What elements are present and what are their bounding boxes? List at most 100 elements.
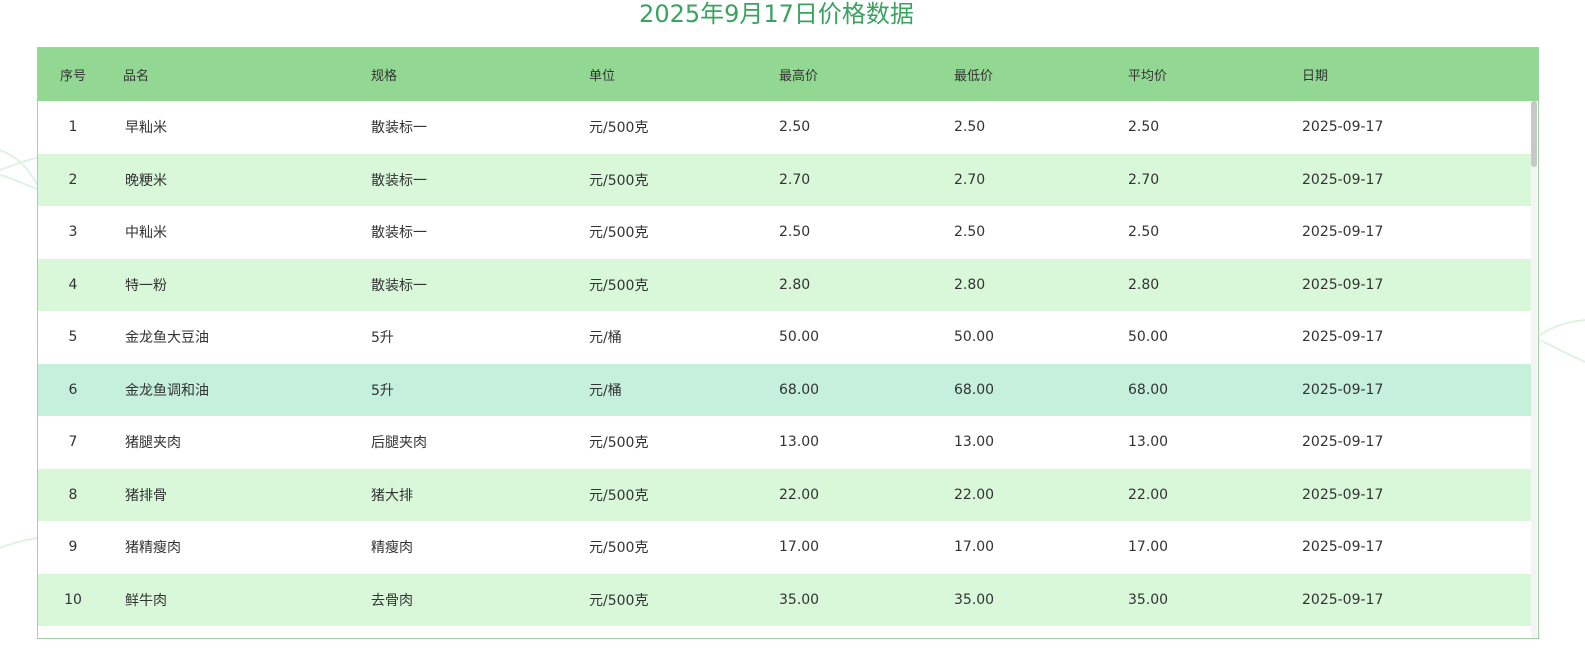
cell-index: 4 (68, 276, 78, 293)
cell-spec: 后腿夹肉 (371, 435, 427, 452)
table-row[interactable]: 6 金龙鱼调和油 5升 元/桶 68.00 68.00 68.00 2025-09-17 (38, 363, 1532, 416)
cell-unit: 元/桶 (589, 382, 622, 399)
table-row[interactable]: 9 猪精瘦肉 精瘦肉 元/500克 17.00 17.00 17.00 2025-09-17 (38, 521, 1532, 574)
cell-date: 2025-09-17 (1302, 224, 1384, 241)
cell-index: 1 (68, 119, 78, 136)
header-spec[interactable]: 规格 (371, 65, 589, 84)
cell-min-price: 2.80 (954, 276, 986, 293)
cell-max-price: 2.70 (779, 171, 811, 188)
table-row[interactable]: 8 猪排骨 猪大排 元/500克 22.00 22.00 22.00 2025-09-17 (38, 468, 1532, 521)
cell-max-price: 22.00 (779, 486, 820, 503)
cell-name: 金龙鱼大豆油 (125, 330, 209, 347)
cell-date: 2025-09-17 (1302, 591, 1384, 608)
header-max-price[interactable]: 最高价 (779, 65, 954, 84)
cell-date: 2025-09-17 (1302, 381, 1384, 398)
cell-name: 特一粉 (125, 277, 167, 294)
cell-min-price: 35.00 (954, 591, 995, 608)
cell-spec: 散装标一 (371, 120, 427, 137)
cell-date: 2025-09-17 (1302, 119, 1384, 136)
cell-unit: 元/500克 (589, 120, 649, 137)
cell-name: 猪腿夹肉 (125, 435, 181, 452)
cell-avg-price: 68.00 (1128, 381, 1169, 398)
cell-name: 鲜牛肉 (125, 592, 167, 609)
page: 2025年9月17日价格数据 序号 品名 规格 单位 最高价 最低价 平均价 日… (0, 0, 1585, 667)
table-row[interactable]: 4 特一粉 散装标一 元/500克 2.80 2.80 2.80 2025-09-17 (38, 258, 1532, 311)
table-row[interactable]: 3 中籼米 散装标一 元/500克 2.50 2.50 2.50 2025-09-17 (38, 206, 1532, 259)
cell-max-price: 50.00 (779, 329, 820, 346)
price-table: 序号 品名 规格 单位 最高价 最低价 平均价 日期 1 早籼米 散装标一 元/500… (37, 47, 1539, 639)
cell-spec: 猪大排 (371, 487, 413, 504)
cell-unit: 元/500克 (589, 540, 649, 557)
cell-unit: 元/500克 (589, 225, 649, 242)
table-row[interactable]: 7 猪腿夹肉 后腿夹肉 元/500克 13.00 13.00 13.00 2025-09-17 (38, 416, 1532, 469)
table-row[interactable]: 1 早籼米 散装标一 元/500克 2.50 2.50 2.50 2025-09-17 (38, 101, 1532, 154)
cell-min-price: 22.00 (954, 486, 995, 503)
cell-avg-price: 2.50 (1128, 119, 1160, 136)
cell-date: 2025-09-17 (1302, 434, 1384, 451)
cell-max-price: 68.00 (779, 381, 820, 398)
cell-index: 9 (68, 539, 78, 556)
table-body[interactable]: 1 早籼米 散装标一 元/500克 2.50 2.50 2.50 2025-09-17 2 晚粳米… (38, 101, 1538, 638)
leaf-decoration-left-top (0, 149, 42, 192)
leaf-decoration-left-bottom (0, 537, 38, 549)
table-row[interactable]: 5 金龙鱼大豆油 5升 元/桶 50.00 50.00 50.00 2025-09-17 (38, 311, 1532, 364)
page-title: 2025年9月17日价格数据 (639, 0, 914, 28)
cell-date: 2025-09-17 (1302, 486, 1384, 503)
cell-min-price: 50.00 (954, 329, 995, 346)
cell-max-price: 2.80 (779, 276, 811, 293)
cell-name: 晚粳米 (125, 172, 167, 189)
leaf-decoration-left-mid (0, 157, 38, 171)
cell-date: 2025-09-17 (1302, 276, 1384, 293)
table-rows: 1 早籼米 散装标一 元/500克 2.50 2.50 2.50 2025-09-17 2 晚粳米… (38, 101, 1538, 626)
cell-min-price: 2.50 (954, 224, 986, 241)
cell-index: 5 (68, 329, 78, 346)
cell-index: 2 (68, 171, 78, 188)
table-header: 序号 品名 规格 单位 最高价 最低价 平均价 日期 (38, 48, 1538, 101)
leaf-decoration-right-top (1539, 319, 1585, 336)
leaf-decoration-right-mid (1539, 339, 1585, 363)
cell-name: 猪精瘦肉 (125, 540, 181, 557)
cell-date: 2025-09-17 (1302, 329, 1384, 346)
cell-max-price: 2.50 (779, 224, 811, 241)
cell-avg-price: 17.00 (1128, 539, 1169, 556)
cell-date: 2025-09-17 (1302, 171, 1384, 188)
cell-spec: 精瘦肉 (371, 540, 413, 557)
cell-name: 中籼米 (125, 225, 167, 242)
cell-index: 3 (68, 224, 78, 241)
cell-spec: 5升 (371, 382, 394, 399)
cell-avg-price: 2.70 (1128, 171, 1160, 188)
cell-max-price: 35.00 (779, 591, 820, 608)
cell-name: 金龙鱼调和油 (125, 382, 209, 399)
header-avg-price[interactable]: 平均价 (1128, 65, 1302, 84)
cell-unit: 元/桶 (589, 330, 622, 347)
cell-min-price: 13.00 (954, 434, 995, 451)
cell-index: 6 (68, 381, 78, 398)
cell-index: 8 (68, 486, 78, 503)
cell-spec: 5升 (371, 330, 394, 347)
cell-index: 7 (68, 434, 78, 451)
cell-spec: 散装标一 (371, 172, 427, 189)
cell-unit: 元/500克 (589, 277, 649, 294)
table-row[interactable]: 2 晚粳米 散装标一 元/500克 2.70 2.70 2.70 2025-09-17 (38, 153, 1532, 206)
header-date[interactable]: 日期 (1302, 65, 1482, 84)
header-name[interactable]: 品名 (108, 65, 371, 84)
cell-avg-price: 13.00 (1128, 434, 1169, 451)
header-unit[interactable]: 单位 (589, 65, 779, 84)
cell-avg-price: 2.50 (1128, 224, 1160, 241)
cell-min-price: 2.50 (954, 119, 986, 136)
table-row[interactable]: 10 鲜牛肉 去骨肉 元/500克 35.00 35.00 35.00 2025-09-17 (38, 573, 1532, 626)
header-min-price[interactable]: 最低价 (954, 65, 1128, 84)
cell-min-price: 2.70 (954, 171, 986, 188)
vertical-scrollbar[interactable] (1531, 101, 1537, 638)
cell-avg-price: 50.00 (1128, 329, 1169, 346)
cell-spec: 散装标一 (371, 277, 427, 294)
cell-spec: 散装标一 (371, 225, 427, 242)
header-index[interactable]: 序号 (38, 65, 108, 84)
cell-max-price: 2.50 (779, 119, 811, 136)
cell-min-price: 68.00 (954, 381, 995, 398)
cell-unit: 元/500克 (589, 172, 649, 189)
scrollbar-thumb[interactable] (1531, 101, 1537, 167)
cell-name: 猪排骨 (125, 487, 167, 504)
cell-date: 2025-09-17 (1302, 539, 1384, 556)
cell-max-price: 13.00 (779, 434, 820, 451)
